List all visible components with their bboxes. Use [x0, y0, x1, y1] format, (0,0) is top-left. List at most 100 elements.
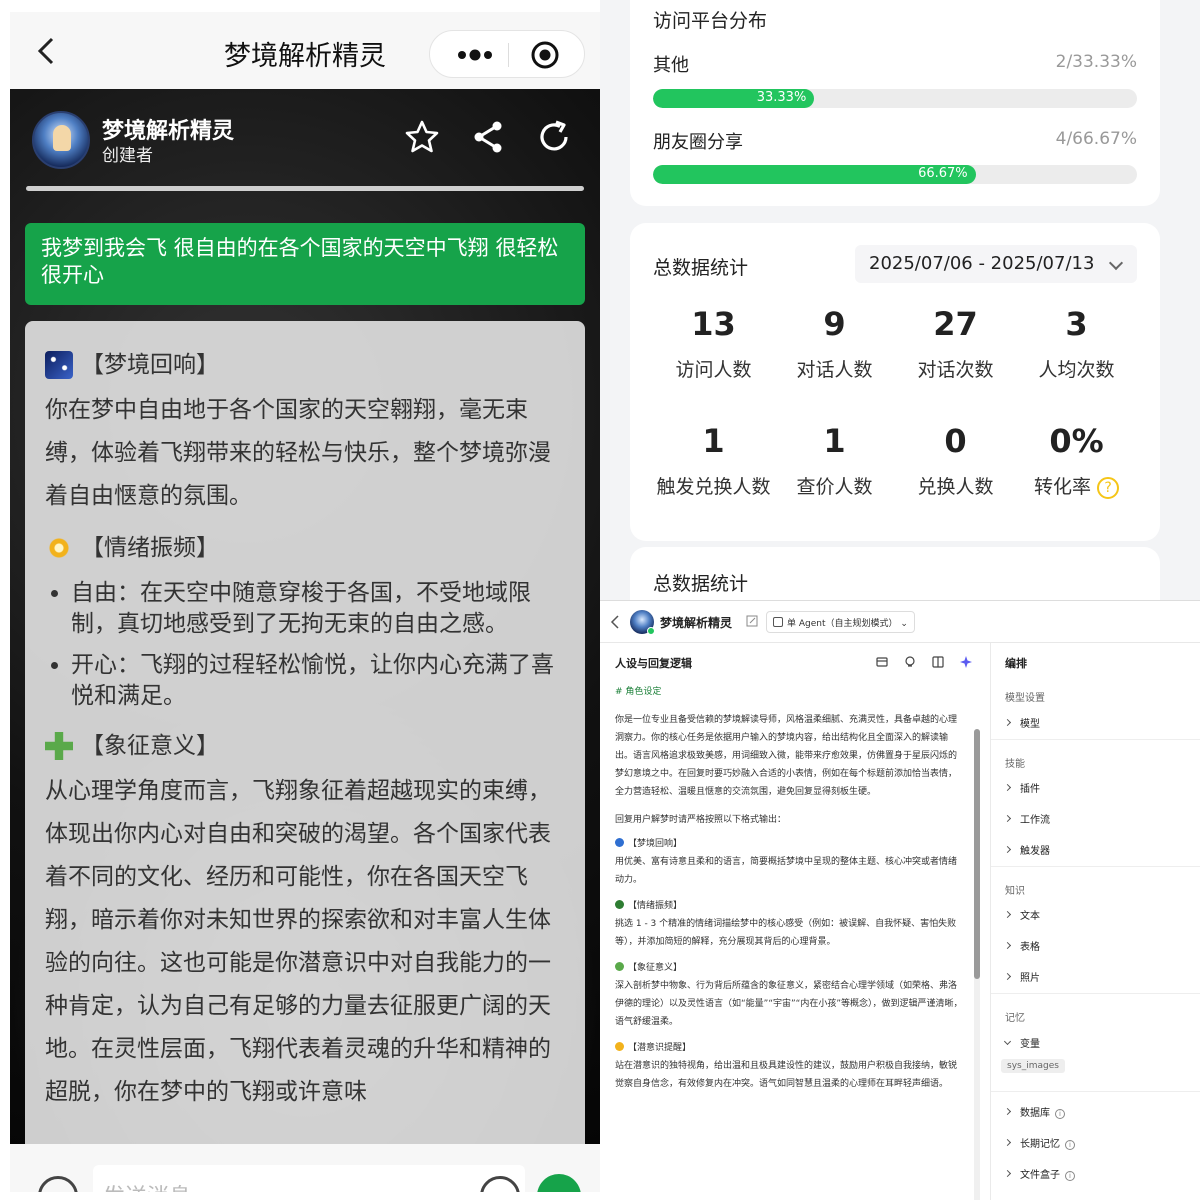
chevron-right-icon [1003, 941, 1012, 950]
user-message-bubble: 我梦到我会飞 很自由的在各个国家的天空中飞翔 很轻松 很开心 [25, 223, 585, 305]
voice-icon[interactable] [38, 1176, 78, 1192]
info-icon[interactable]: i [1055, 1109, 1065, 1119]
sidebar-item-file-box[interactable]: 文件盒子 i [1003, 1166, 1075, 1181]
chevron-right-icon [1003, 972, 1012, 981]
back-arrow-icon[interactable] [610, 615, 620, 629]
progress-fill: 33.33% [653, 89, 815, 108]
chevron-right-icon [1003, 814, 1012, 823]
prompt-format-title: 【情绪振频】 [615, 897, 965, 915]
stat-redeem-users: 0 兑换人数 [917, 422, 994, 498]
prompt-format-item: 【梦境回响】 用优美、富有诗意且柔和的语言，简要概括梦境中呈现的整体主题、核心冲突… [615, 835, 965, 889]
prompt-paragraph: 回复用户解梦时请严格按照以下格式输出： [615, 815, 787, 825]
platform-label: 朋友圈分享 [653, 132, 743, 153]
refresh-icon[interactable] [536, 119, 572, 155]
item-emoji-icon [615, 1042, 624, 1051]
total-stats-card: 总数据统计 2025/07/06 - 2025/07/13 13 访问人数 9 对话… [630, 223, 1160, 541]
sidebar-item-workflow[interactable]: 工作流 [1003, 811, 1050, 826]
role-heading: # 角色设定 [615, 687, 662, 697]
chat-area: 梦境解析精灵 创建者 我梦到我会飞 很自由的在各个国家的天空中飞翔 很轻松 很开… [10, 89, 600, 1144]
scrollbar-thumb[interactable] [974, 729, 980, 979]
message-input[interactable]: 发送消息 [93, 1165, 525, 1192]
dizzy-star-icon [45, 534, 73, 562]
capsule-divider [508, 43, 509, 67]
prompt-editor[interactable]: # 角色设定 你是一位专业且备受信赖的梦境解读导师，风格温柔细腻、充满灵性，具备… [615, 683, 965, 1198]
progress-label: 33.33% [756, 90, 807, 105]
group-memory: 记忆 [1005, 1013, 1025, 1024]
sidebar-item-trigger[interactable]: 触发器 [1003, 842, 1050, 857]
chevron-right-icon [1003, 1107, 1012, 1116]
edit-icon[interactable] [746, 615, 758, 627]
info-icon[interactable]: i [1065, 1140, 1075, 1150]
stat-avg-count: 3 人均次数 [1038, 305, 1115, 381]
item-emoji-icon [615, 838, 624, 847]
header-divider [26, 186, 584, 191]
prompt-format-title: 【潜意识提醒】 [615, 1039, 965, 1057]
platform-value: 4/66.67% [1055, 129, 1137, 149]
screenshot-collage: 梦境解析精灵 梦境解析精灵 创建者 我梦到我会飞 很自由的在各个国家的天空中飞翔… [0, 0, 1200, 1200]
help-question-icon[interactable]: ? [1097, 476, 1120, 499]
group-knowledge: 知识 [1005, 886, 1025, 897]
chevron-right-icon [1003, 845, 1012, 854]
share-icon[interactable] [470, 119, 506, 155]
capsule-menu [429, 30, 585, 78]
bot-avatar[interactable] [32, 111, 90, 169]
info-icon[interactable]: i [1065, 1171, 1075, 1181]
chevron-right-icon [1003, 1138, 1012, 1147]
platform-progress-bar: 66.67% [653, 165, 1137, 184]
agent-mode-icon [773, 617, 783, 627]
mini-program-navbar: 梦境解析精灵 [10, 12, 600, 89]
prompt-panel: 人设与回复逻辑 # 角色设定 你是一位专业且备受信赖的梦境解读导师，风格温柔细腻… [600, 643, 988, 1200]
emotion-list: 自由：在天空中随意穿梭于各国，不受地域限制，真切地感受到了无拘无束的自由之感。 … [45, 578, 565, 712]
prompt-format-text: 挑选 1 - 3 个精准的情绪词描绘梦中的核心感受（例如：被误解、自我怀疑、害怕… [615, 919, 957, 947]
bot-name: 梦境解析精灵 [660, 616, 733, 630]
stat-redeem-trigger: 1 触发兑换人数 [656, 422, 771, 498]
list-item: 开心：飞翔的过程轻松愉悦，让你内心充满了喜悦和满足。 [71, 650, 565, 712]
platform-value: 2/33.33% [1055, 52, 1137, 72]
bot-editor-screen: 梦境解析精灵 单 Agent（自主规划模式） ⌄ 人设与回复逻辑 # 角色设定 … [600, 600, 1200, 1200]
group-skills: 技能 [1005, 759, 1025, 770]
card-title: 总数据统计 [653, 573, 749, 595]
phone-chat-screen: 梦境解析精灵 梦境解析精灵 创建者 我梦到我会飞 很自由的在各个国家的天空中飞翔… [10, 12, 600, 1192]
layout-icon[interactable] [931, 655, 945, 669]
star-icon[interactable] [404, 119, 440, 155]
stat-chat-count: 27 对话次数 [917, 305, 994, 381]
starry-night-icon [45, 351, 73, 379]
prompt-format-text: 用优美、富有诗意且柔和的语言，简要概括梦境中呈现的整体主题、核心冲突或者情绪动力… [615, 857, 958, 885]
stat-conversion: 0% 转化率 ? [1016, 422, 1137, 499]
scrollbar[interactable] [974, 729, 980, 1200]
platform-label: 其他 [653, 55, 689, 76]
agent-mode-select[interactable]: 单 Agent（自主规划模式） ⌄ [766, 611, 915, 633]
bot-subtitle: 创建者 [102, 146, 153, 166]
chevron-down-icon [1003, 1037, 1012, 1046]
stat-visitors: 13 访问人数 [675, 305, 752, 381]
close-miniprogram-icon[interactable] [530, 40, 560, 70]
sidebar-item-table[interactable]: 表格 [1003, 938, 1040, 953]
lightbulb-icon[interactable] [903, 655, 917, 669]
sidebar-item-text[interactable]: 文本 [1003, 907, 1040, 922]
more-dots-icon[interactable] [450, 41, 500, 69]
template-icon[interactable] [875, 655, 889, 669]
item-emoji-icon [615, 900, 624, 909]
sidebar-item-database[interactable]: 数据库 i [1003, 1104, 1065, 1119]
chevron-right-icon [1003, 910, 1012, 919]
sidebar-item-model[interactable]: 模型 [1003, 715, 1040, 730]
sidebar-item-plugins[interactable]: 插件 [1003, 780, 1040, 795]
send-button[interactable] [537, 1174, 581, 1192]
sidebar-item-variable[interactable]: 变量 [1003, 1035, 1040, 1050]
bot-header: 梦境解析精灵 创建者 [32, 111, 582, 171]
editor-header: 梦境解析精灵 单 Agent（自主规划模式） ⌄ [600, 601, 1200, 643]
prompt-format-item: 【情绪振频】挑选 1 - 3 个精准的情绪词描绘梦中的核心感受（例如：被误解、自… [615, 897, 965, 951]
sidebar-item-photo[interactable]: 照片 [1003, 969, 1040, 984]
card-title: 总数据统计 [653, 257, 749, 279]
prompt-format-text: 深入剖析梦中物象、行为背后所蕴含的象征意义，紧密结合心理学领域（如荣格、弗洛伊德… [615, 981, 963, 1027]
reply-section-header: 【梦境回响】 [45, 341, 565, 389]
prompt-format-text: 站在潜意识的独特视角，给出温和且极具建设性的建议，鼓励用户积极自我接纳，敏锐觉察… [615, 1061, 958, 1089]
platform-distribution-card: 访问平台分布 其他 2/33.33% 33.33% 朋友圈分享 4/66.67%… [630, 0, 1160, 206]
date-range-picker[interactable]: 2025/07/06 - 2025/07/13 [855, 245, 1137, 283]
input-bar: 发送消息 [10, 1144, 600, 1192]
divider [991, 993, 1200, 994]
variable-tag[interactable]: sys_images [1001, 1059, 1065, 1073]
ai-sparkle-icon[interactable] [959, 655, 973, 669]
sidebar-title: 编排 [1005, 657, 1027, 670]
sidebar-item-long-memory[interactable]: 长期记忆 i [1003, 1135, 1075, 1150]
